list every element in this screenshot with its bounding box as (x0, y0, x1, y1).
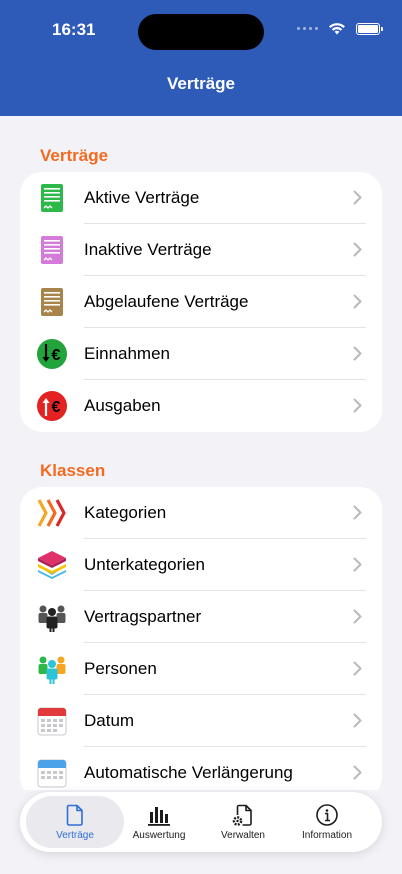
list-item-datum[interactable]: Datum (20, 695, 382, 747)
bar-chart-icon (148, 807, 170, 826)
svg-text:€: € (52, 399, 61, 416)
tab-information[interactable]: Information (282, 796, 372, 848)
chevron-right-icon (353, 242, 362, 257)
chevron-right-icon (353, 398, 362, 413)
list-item-ausgaben[interactable]: € Ausgaben (20, 380, 382, 432)
wifi-icon (329, 23, 345, 35)
tab-label: Auswertung (132, 830, 186, 841)
chevrons-category-icon (37, 499, 66, 527)
tab-label: Verwalten (221, 830, 265, 841)
list-group-vertraege: Aktive Verträge Inaktive Verträge Abgela… (20, 172, 382, 432)
list-item-label: Personen (84, 659, 157, 678)
list-item-personen[interactable]: Personen (20, 643, 382, 695)
info-circle-icon (316, 804, 338, 826)
list-item-label: Aktive Verträge (84, 188, 200, 207)
chevron-right-icon (353, 713, 362, 728)
chevron-right-icon (353, 190, 362, 205)
list-item-label: Ausgaben (84, 396, 161, 415)
list-item-kategorien[interactable]: Kategorien (20, 487, 382, 539)
document-gear-icon (232, 804, 252, 826)
persons-icon (38, 656, 66, 684)
section-header-vertraege: Verträge (40, 146, 109, 165)
status-icons (297, 22, 383, 35)
chevron-right-icon (353, 661, 362, 676)
list-item-unterkategorien[interactable]: Unterkategorien (20, 539, 382, 591)
chevron-right-icon (353, 294, 362, 309)
chevron-right-icon (353, 609, 362, 624)
list-item-vertragspartner[interactable]: Vertragspartner (20, 591, 382, 643)
list-item-label: Unterkategorien (84, 555, 205, 574)
list-item-aktive-vertraege[interactable]: Aktive Verträge (20, 172, 382, 224)
list-item-label: Einnahmen (84, 344, 171, 363)
svg-text:€: € (52, 347, 61, 364)
cellular-signal-icon (297, 27, 318, 30)
chevron-right-icon (353, 765, 362, 780)
chevron-right-icon (353, 346, 362, 361)
brown-document-icon (41, 288, 63, 316)
list-item-label: Abgelaufene Verträge (84, 292, 249, 311)
tab-label: Information (301, 830, 353, 841)
income-euro-icon: € (37, 339, 67, 369)
tab-vertraege[interactable]: Verträge (26, 796, 124, 848)
document-icon (66, 804, 83, 826)
list-item-inaktive-vertraege[interactable]: Inaktive Verträge (20, 224, 382, 276)
list-group-klassen: Kategorien Unterkategorien Vertragspartn… (20, 487, 382, 799)
page-title: Verträge (166, 74, 236, 93)
layers-icon (38, 551, 66, 579)
list-item-label: Inaktive Verträge (84, 240, 212, 259)
tab-auswertung[interactable]: Auswertung (114, 796, 204, 848)
tab-label: Verträge (56, 830, 94, 841)
battery-icon (356, 22, 383, 35)
tab-verwalten[interactable]: Verwalten (198, 796, 288, 848)
status-time: 16:31 (52, 20, 96, 39)
navigation-header: 16:31 Verträge (0, 0, 402, 116)
green-document-icon (41, 184, 63, 212)
chevron-right-icon (353, 557, 362, 572)
people-group-icon (38, 605, 66, 632)
list-item-label: Vertragspartner (84, 607, 202, 626)
list-item-label: Datum (84, 711, 135, 730)
calendar-blue-icon (37, 759, 67, 788)
calendar-red-icon (37, 707, 67, 736)
tab-bar: Verträge Auswertung Verwalten Informatio… (20, 792, 382, 852)
section-header-klassen: Klassen (40, 461, 106, 480)
list-item-einnahmen[interactable]: € Einnahmen (20, 328, 382, 380)
chevron-right-icon (353, 505, 362, 520)
expense-euro-icon: € (37, 391, 67, 421)
dynamic-island (138, 14, 264, 50)
list-item-abgelaufene-vertraege[interactable]: Abgelaufene Verträge (20, 276, 382, 328)
list-item-label: Kategorien (84, 503, 167, 522)
pink-document-icon (41, 236, 63, 264)
list-item-label: Automatische Verlängerung (84, 763, 293, 782)
